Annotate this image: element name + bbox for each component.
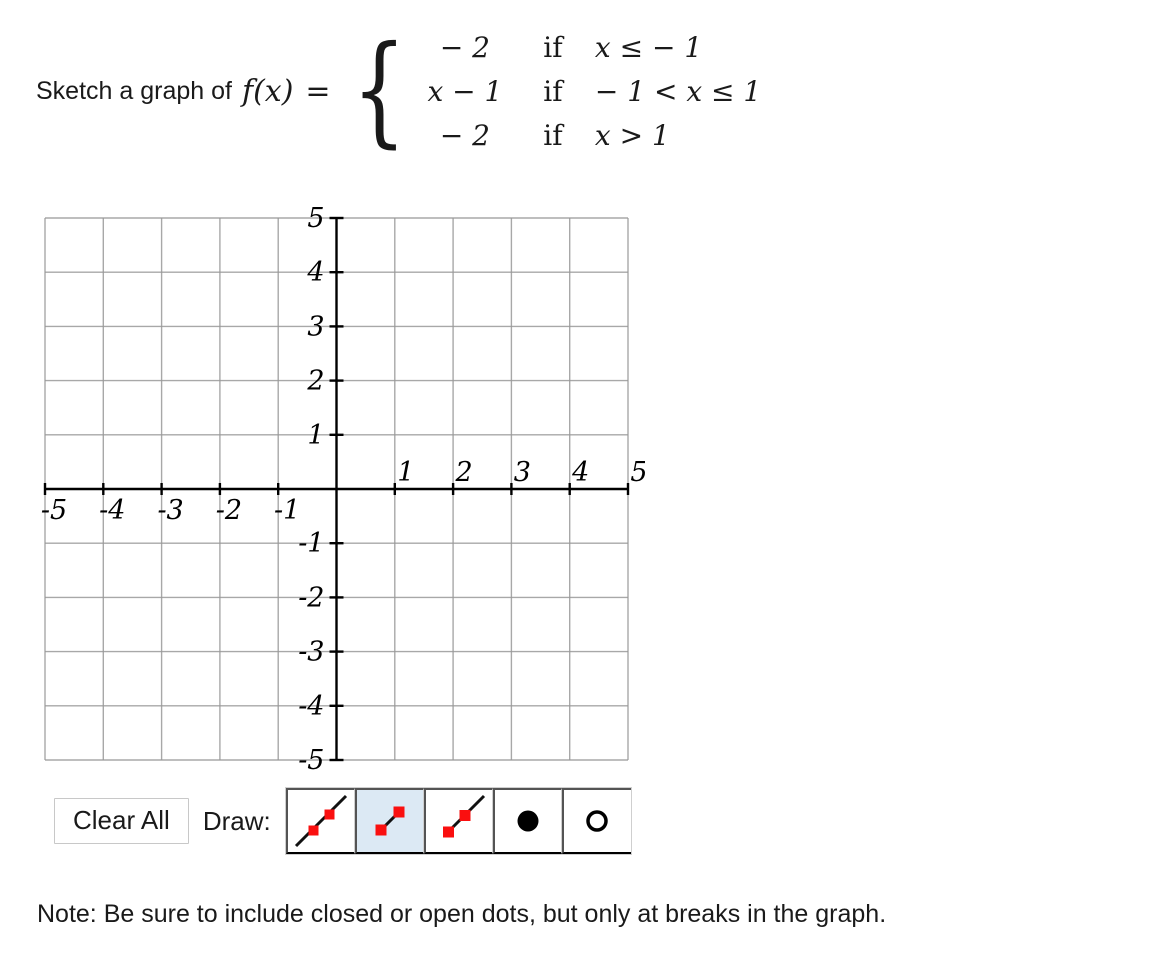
open-dot-icon <box>586 810 608 832</box>
clear-all-button[interactable]: Clear All <box>54 797 189 845</box>
y-axis-tick-label: 1 <box>307 420 324 451</box>
segment-icon <box>375 806 405 836</box>
x-axis-tick-label: -4 <box>99 495 125 526</box>
open-dot-tool-button[interactable] <box>561 788 631 854</box>
tool-button-group <box>284 787 632 855</box>
case-if-keyword: if <box>543 118 563 152</box>
equals-sign: = <box>305 73 331 109</box>
segment-tool-button[interactable] <box>354 788 424 854</box>
case-if-keyword: if <box>543 30 563 64</box>
case-condition: − 1 < x ≤ 1 <box>594 74 762 108</box>
curly-brace-icon: { <box>351 20 407 160</box>
x-axis-labels: -5 -4 -3 -2 -1 1 2 3 4 5 <box>41 457 645 526</box>
drawing-toolbar: Clear All Draw: <box>54 787 632 855</box>
case-value: x − 1 <box>427 74 503 108</box>
y-axis-tick-label: 3 <box>307 311 324 342</box>
axes <box>45 218 628 760</box>
x-axis-tick-label: 4 <box>571 457 589 488</box>
y-axis-tick-label: 4 <box>306 257 324 288</box>
x-axis-tick-label: -5 <box>41 495 67 526</box>
piecewise-definition: { − 2 if x ≤ − 1 x − 1 if − 1 < x ≤ 1 − … <box>341 20 761 160</box>
case-value: − 2 <box>439 118 490 152</box>
x-axis-tick-label: -2 <box>216 495 242 526</box>
note-text: Note: Be sure to include closed or open … <box>37 900 887 928</box>
y-axis-tick-label: -5 <box>298 745 324 776</box>
function-label: f(x) <box>241 73 294 109</box>
x-axis-tick-label: 1 <box>397 457 414 488</box>
graph-canvas[interactable]: 5 4 3 2 1 -1 -2 -3 -4 -5 -5 -4 -3 -2 -1 1 2 3 4 5 <box>29 203 645 778</box>
x-axis-tick-label: 2 <box>455 457 473 488</box>
y-axis-tick-label: 2 <box>306 366 324 397</box>
draw-label: Draw: <box>202 805 271 836</box>
prompt-text: Sketch a graph of <box>36 76 232 105</box>
x-axis-tick-label: -3 <box>157 495 183 526</box>
coordinate-plane[interactable]: 5 4 3 2 1 -1 -2 -3 -4 -5 -5 -4 -3 -2 -1 1 2 3 4 5 <box>29 203 645 778</box>
y-axis-tick-label: -2 <box>298 582 324 613</box>
line-icon <box>294 794 347 848</box>
case-if-keyword: if <box>543 74 563 108</box>
y-axis-tick-label: -1 <box>298 528 324 559</box>
x-axis-tick-label: 3 <box>514 457 531 488</box>
y-axis-tick-label: 5 <box>307 203 324 234</box>
ray-tool-button[interactable] <box>423 788 493 854</box>
case-condition: x ≤ − 1 <box>594 30 703 64</box>
case-condition: x > 1 <box>594 118 670 152</box>
ray-icon <box>442 794 485 838</box>
closed-dot-icon <box>517 810 539 832</box>
case-value: − 2 <box>439 30 490 64</box>
y-axis-tick-label: -3 <box>298 637 324 668</box>
x-axis-tick-label: 5 <box>630 457 645 488</box>
piecewise-cases: − 2 if x ≤ − 1 x − 1 if − 1 < x ≤ 1 − 2 … <box>411 31 761 152</box>
question-prompt: Sketch a graph of f(x) = { − 2 if x ≤ − … <box>36 16 761 166</box>
closed-dot-tool-button[interactable] <box>492 788 562 854</box>
x-axis-tick-label: -1 <box>274 495 300 526</box>
line-tool-button[interactable] <box>285 788 355 854</box>
y-axis-tick-label: -4 <box>298 691 324 722</box>
